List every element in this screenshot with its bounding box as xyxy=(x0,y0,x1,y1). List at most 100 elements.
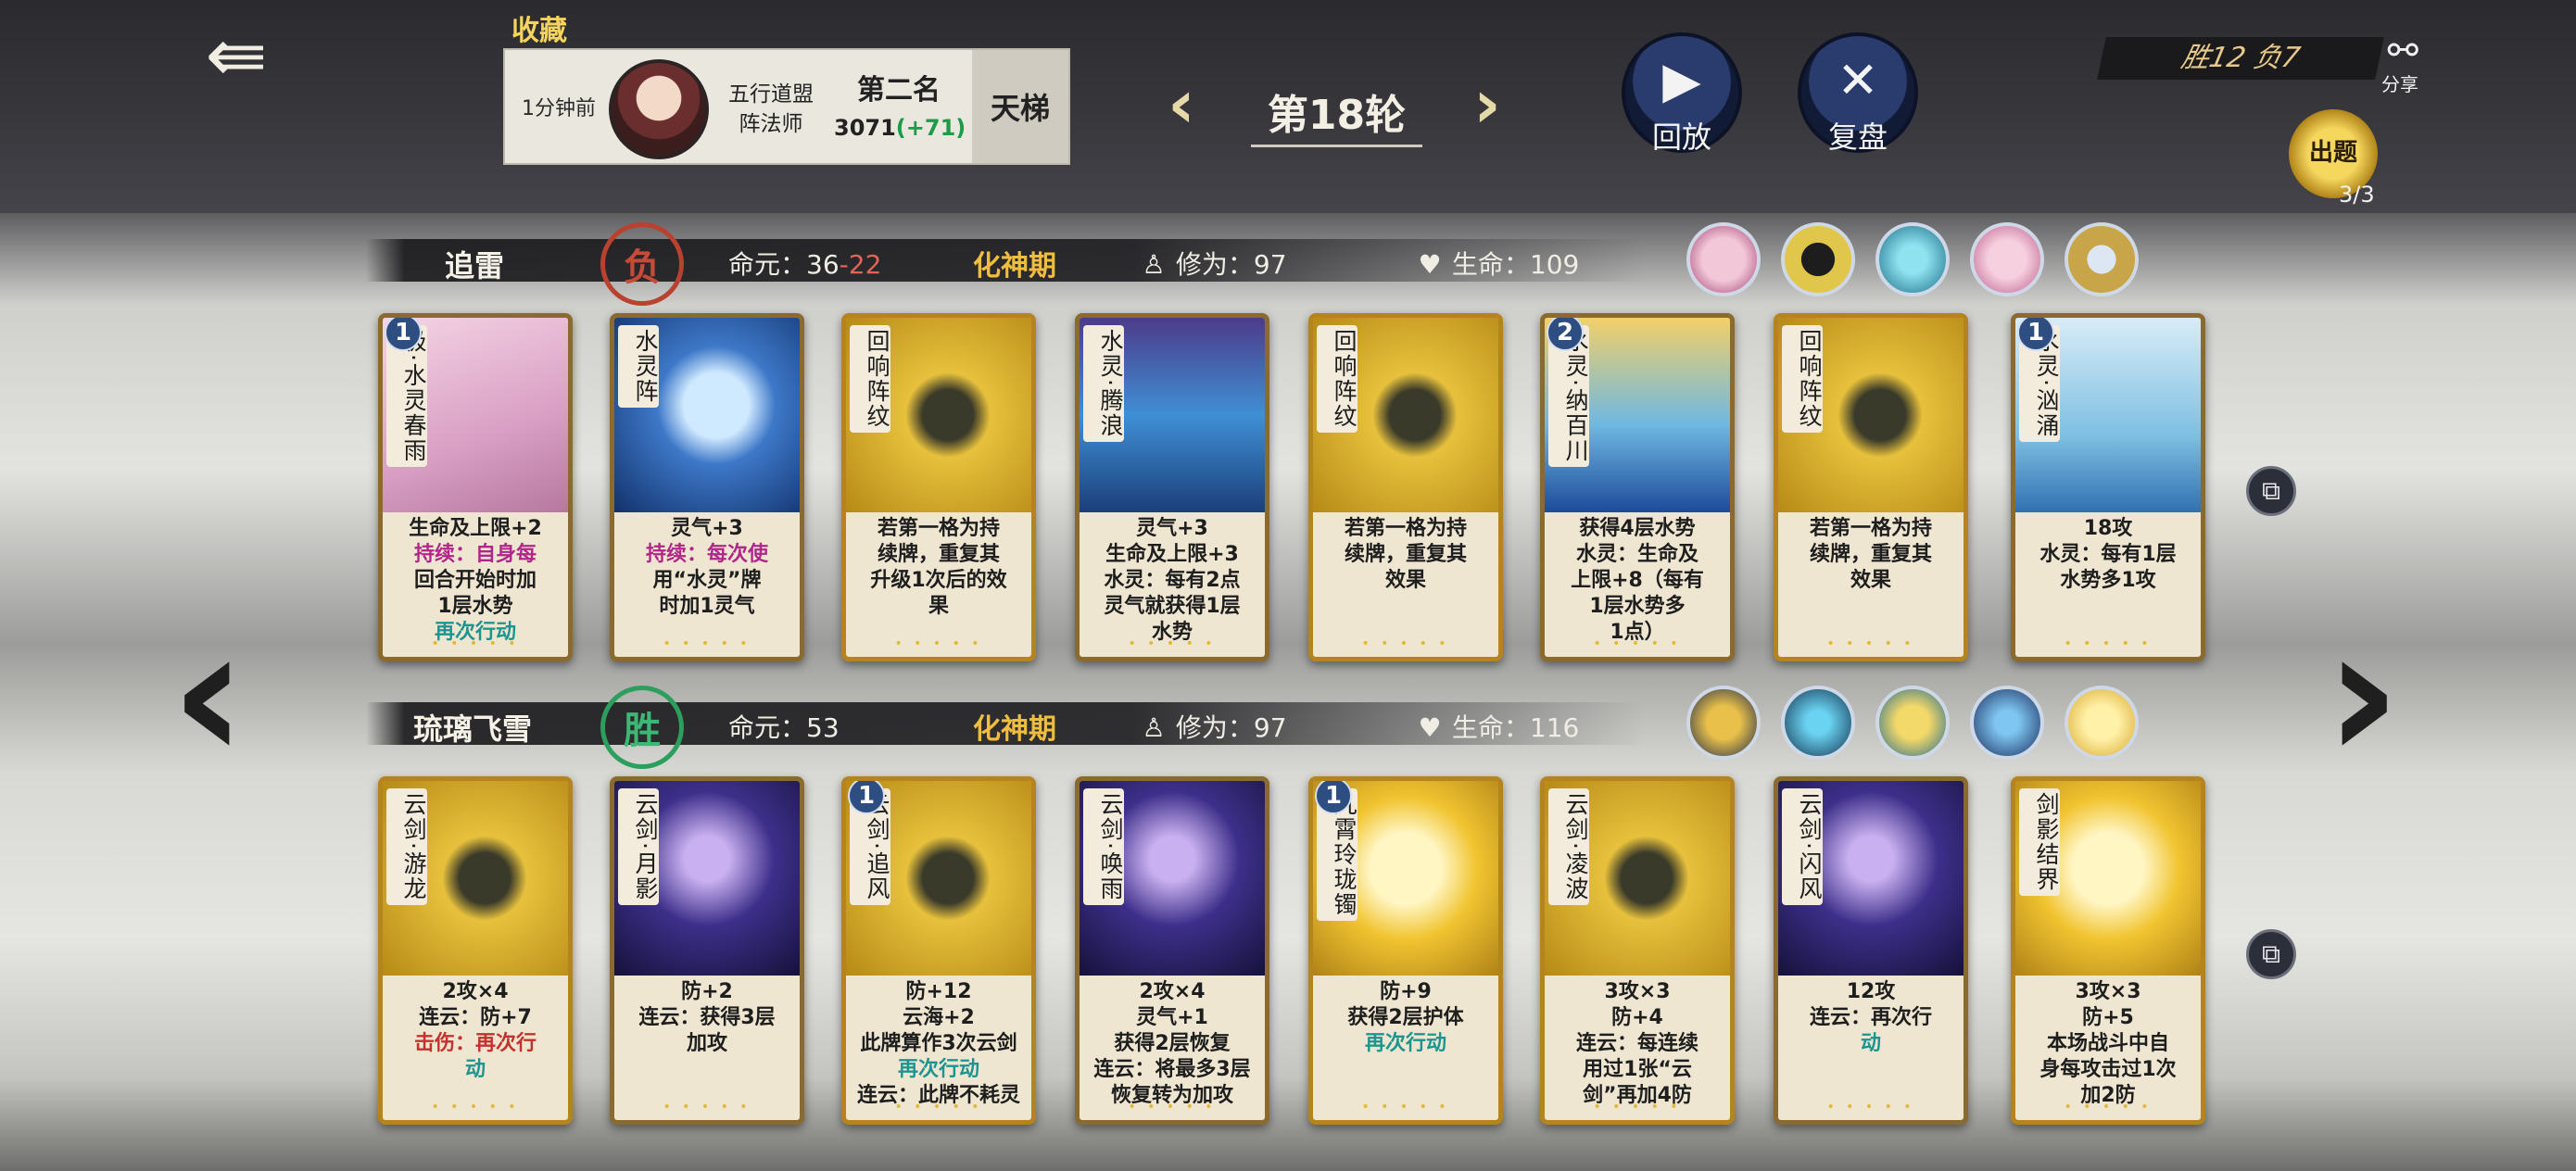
copy-deck-button-1[interactable]: ⧉ xyxy=(2246,466,2296,516)
copy-deck-button-2[interactable]: ⧉ xyxy=(2246,929,2296,979)
card-description-line: 回合开始时加 xyxy=(413,569,537,592)
prev-page-arrow[interactable]: ‹ xyxy=(153,602,264,806)
card-description-line: 生命及上限+2 xyxy=(409,517,542,540)
player-1-life: 命元：36-22 xyxy=(728,245,881,282)
card[interactable]: 云剑·追风1防+12云海+2此牌算作3次云剑再次行动连云：此牌不耗灵气• • •… xyxy=(841,776,1036,1125)
card-level-badge: 2 xyxy=(1547,318,1584,351)
card-description-line: 加攻 xyxy=(686,1032,727,1055)
relic-slot-4[interactable] xyxy=(1970,222,2044,296)
card-upgrade-pips: • • • • • xyxy=(2064,636,2153,651)
card[interactable]: 回响阵纹 若第一格为持 续牌，重复其 升级1次后的效果 • • • • • xyxy=(841,313,1036,661)
card-name: 云剑·凌波 xyxy=(1548,788,1589,905)
score-value: 3071 xyxy=(834,115,896,141)
card-description-line: 连云：再次行 xyxy=(1809,1006,1932,1029)
next-page-arrow[interactable]: › xyxy=(2307,602,2418,806)
relic-slot-5[interactable] xyxy=(2065,686,2139,760)
share-label: 分享 xyxy=(2381,73,2418,95)
meditation-icon: ♙ xyxy=(1142,249,1166,280)
replay-button[interactable]: ▶ 回放 xyxy=(1622,32,1742,155)
card-name: 回响阵纹 xyxy=(1782,325,1823,433)
card[interactable]: 回响阵纹 若第一格为持 续牌，重复其 效果 • • • • • xyxy=(1308,313,1503,661)
card-name: 云剑·闪风 xyxy=(1782,788,1823,905)
card-description-line: 水灵：生命及 xyxy=(1575,543,1698,566)
card-description-line: 用过1张“云 xyxy=(1583,1058,1692,1081)
card-description-line: 获得2层恢复 xyxy=(1114,1032,1231,1055)
card-description-line: 2攻×4 xyxy=(1139,980,1206,1003)
card-description-line: 时加1灵气 xyxy=(659,595,755,618)
prev-round-button[interactable]: ‹ xyxy=(1154,70,1209,141)
card[interactable]: 回响阵纹 若第一格为持 续牌，重复其 效果 • • • • • xyxy=(1774,313,1968,661)
card[interactable]: 极·水灵春雨 1 生命及上限+2 持续：自身每 回合开始时加 1层水势 再次行动 • • • … xyxy=(378,313,573,661)
card-description-line: 3攻×3 xyxy=(2075,980,2141,1003)
card-description: 生命及上限+2 持续：自身每 回合开始时加 1层水势 再次行动 xyxy=(388,516,562,646)
avatar xyxy=(609,59,709,159)
card-upgrade-pips: • • • • • xyxy=(431,1100,520,1114)
relic-slot-1[interactable] xyxy=(1686,686,1761,760)
card[interactable]: 水灵·纳百川 2 获得4层水势 水灵：生命及 上限+8（每有 1层水势多 1点） • • • … xyxy=(1540,313,1735,661)
play-icon: ▶ xyxy=(1662,51,1701,109)
relic-slot-2[interactable] xyxy=(1781,222,1855,296)
card-description-line: 若第一格为持 xyxy=(1344,517,1467,540)
relic-slot-3[interactable] xyxy=(1875,222,1950,296)
favorite-label[interactable]: 收藏 xyxy=(511,7,567,48)
card[interactable]: 水灵·汹涌 1 18攻 水灵：每有1层 水势多1攻 • • • • • xyxy=(2011,313,2205,661)
card-description-line: 动 xyxy=(464,1058,486,1081)
card[interactable]: 云剑·凌波 3攻×3 防+4 连云：每连续 用过1张“云 剑”再加4防 • • • • • xyxy=(1540,776,1735,1125)
card-name: 云剑·唤雨 xyxy=(1083,788,1124,905)
card-description-line: 水灵：每有2点 xyxy=(1104,569,1241,592)
back-button[interactable]: ⇚ xyxy=(185,19,287,93)
heart-icon: ♥ xyxy=(1418,249,1442,280)
card-description-line: 果 xyxy=(928,595,949,618)
relic-slot-5[interactable] xyxy=(2065,222,2139,296)
cultivation-value: 修为：97 xyxy=(1175,249,1287,280)
battle-record-card[interactable]: 1分钟前 五行道盟 阵法师 第二名 3071(+71) 天梯 xyxy=(503,48,1070,165)
card-name: 水灵·腾浪 xyxy=(1083,325,1124,442)
card[interactable]: 云剑·游龙 2攻×4 连云：防+7 击伤：再次行动 • • • • • xyxy=(378,776,573,1125)
card-description-line: 若第一格为持 xyxy=(877,517,1000,540)
review-button[interactable]: ✕ 复盘 xyxy=(1798,32,1918,155)
card-description-line: 灵气+3 xyxy=(1136,517,1208,540)
card-description-line: 上限+8（每有 xyxy=(1571,569,1704,592)
player-2-name: 琉璃飞雪 xyxy=(413,711,533,747)
card-description-line: 灵气就获得1层 xyxy=(1104,595,1241,618)
card-description-line: 3攻×3 xyxy=(1604,980,1671,1003)
relic-slot-1[interactable] xyxy=(1686,222,1761,296)
card-description-line: 再次行动 xyxy=(897,1058,979,1081)
relic-slot-4[interactable] xyxy=(1970,686,2044,760)
quest-count: 3/3 xyxy=(2339,182,2375,208)
card[interactable]: 剑影结界 3攻×3 防+5 本场战斗中自 身每攻击过1次 加2防 • • • • • xyxy=(2011,776,2205,1125)
relic-slot-2[interactable] xyxy=(1781,686,1855,760)
card-upgrade-pips: • • • • • xyxy=(1826,636,1915,651)
card-upgrade-pips: • • • • • xyxy=(1593,1100,1682,1114)
card-description-line: 防+5 xyxy=(2082,1006,2134,1029)
card[interactable]: 云剑·闪风 12攻 连云：再次行动 • • • • • xyxy=(1774,776,1968,1125)
card-description-line: 效果 xyxy=(1850,569,1891,592)
card-description-line: 生命及上限+3 xyxy=(1105,543,1239,566)
card-description-line: 18攻 xyxy=(2083,517,2133,540)
card-upgrade-pips: • • • • • xyxy=(431,636,520,651)
player-1-health: ♥ 生命：109 xyxy=(1416,245,1579,282)
card[interactable]: 云剑·唤雨 2攻×4 灵气+1 获得2层恢复 连云：将最多3层 恢复转为加攻 • • • •… xyxy=(1075,776,1269,1125)
crossed-swords-icon: ✕ xyxy=(1837,51,1879,109)
card-description-line: 续牌，重复其 xyxy=(877,543,1000,566)
card-description: 12攻 连云：再次行动 xyxy=(1784,979,1958,1109)
card-level-badge: 1 xyxy=(385,318,422,351)
card-level-badge: 1 xyxy=(2017,318,2054,351)
card[interactable]: 九霄玲珑镯 1 防+9 获得2层护体 再次行动 • • • • • xyxy=(1308,776,1503,1125)
card[interactable]: 水灵·腾浪 灵气+3 生命及上限+3 水灵：每有2点 灵气就获得1层 水势 • • • • … xyxy=(1075,313,1269,661)
win-loss-record: 胜12 负7 xyxy=(2097,37,2384,80)
life-label: 命元： xyxy=(728,712,807,743)
card-description-line: 12攻 xyxy=(1846,980,1896,1003)
next-round-button[interactable]: › xyxy=(1459,70,1515,141)
card[interactable]: 云剑·月影 防+2 连云：获得3层 加攻 • • • • • xyxy=(610,776,804,1125)
share-button[interactable]: ⚯ 分享 xyxy=(2344,32,2418,107)
player-1-cultivation: ♙ 修为：97 xyxy=(1140,245,1287,282)
card-description: 3攻×3 防+4 连云：每连续 用过1张“云 剑”再加4防 xyxy=(1550,979,1724,1109)
relic-slot-3[interactable] xyxy=(1875,686,1950,760)
player-1-name: 追雷 xyxy=(445,248,505,283)
card-description-line: 连云：每连续 xyxy=(1575,1032,1698,1055)
card[interactable]: 水灵阵 灵气+3 持续：每次使 用“水灵”牌 时加1灵气 • • • • • xyxy=(610,313,804,661)
score-delta: (+71) xyxy=(895,115,966,141)
card-description-line: 防+9 xyxy=(1380,980,1432,1003)
review-label: 复盘 xyxy=(1827,120,1888,155)
